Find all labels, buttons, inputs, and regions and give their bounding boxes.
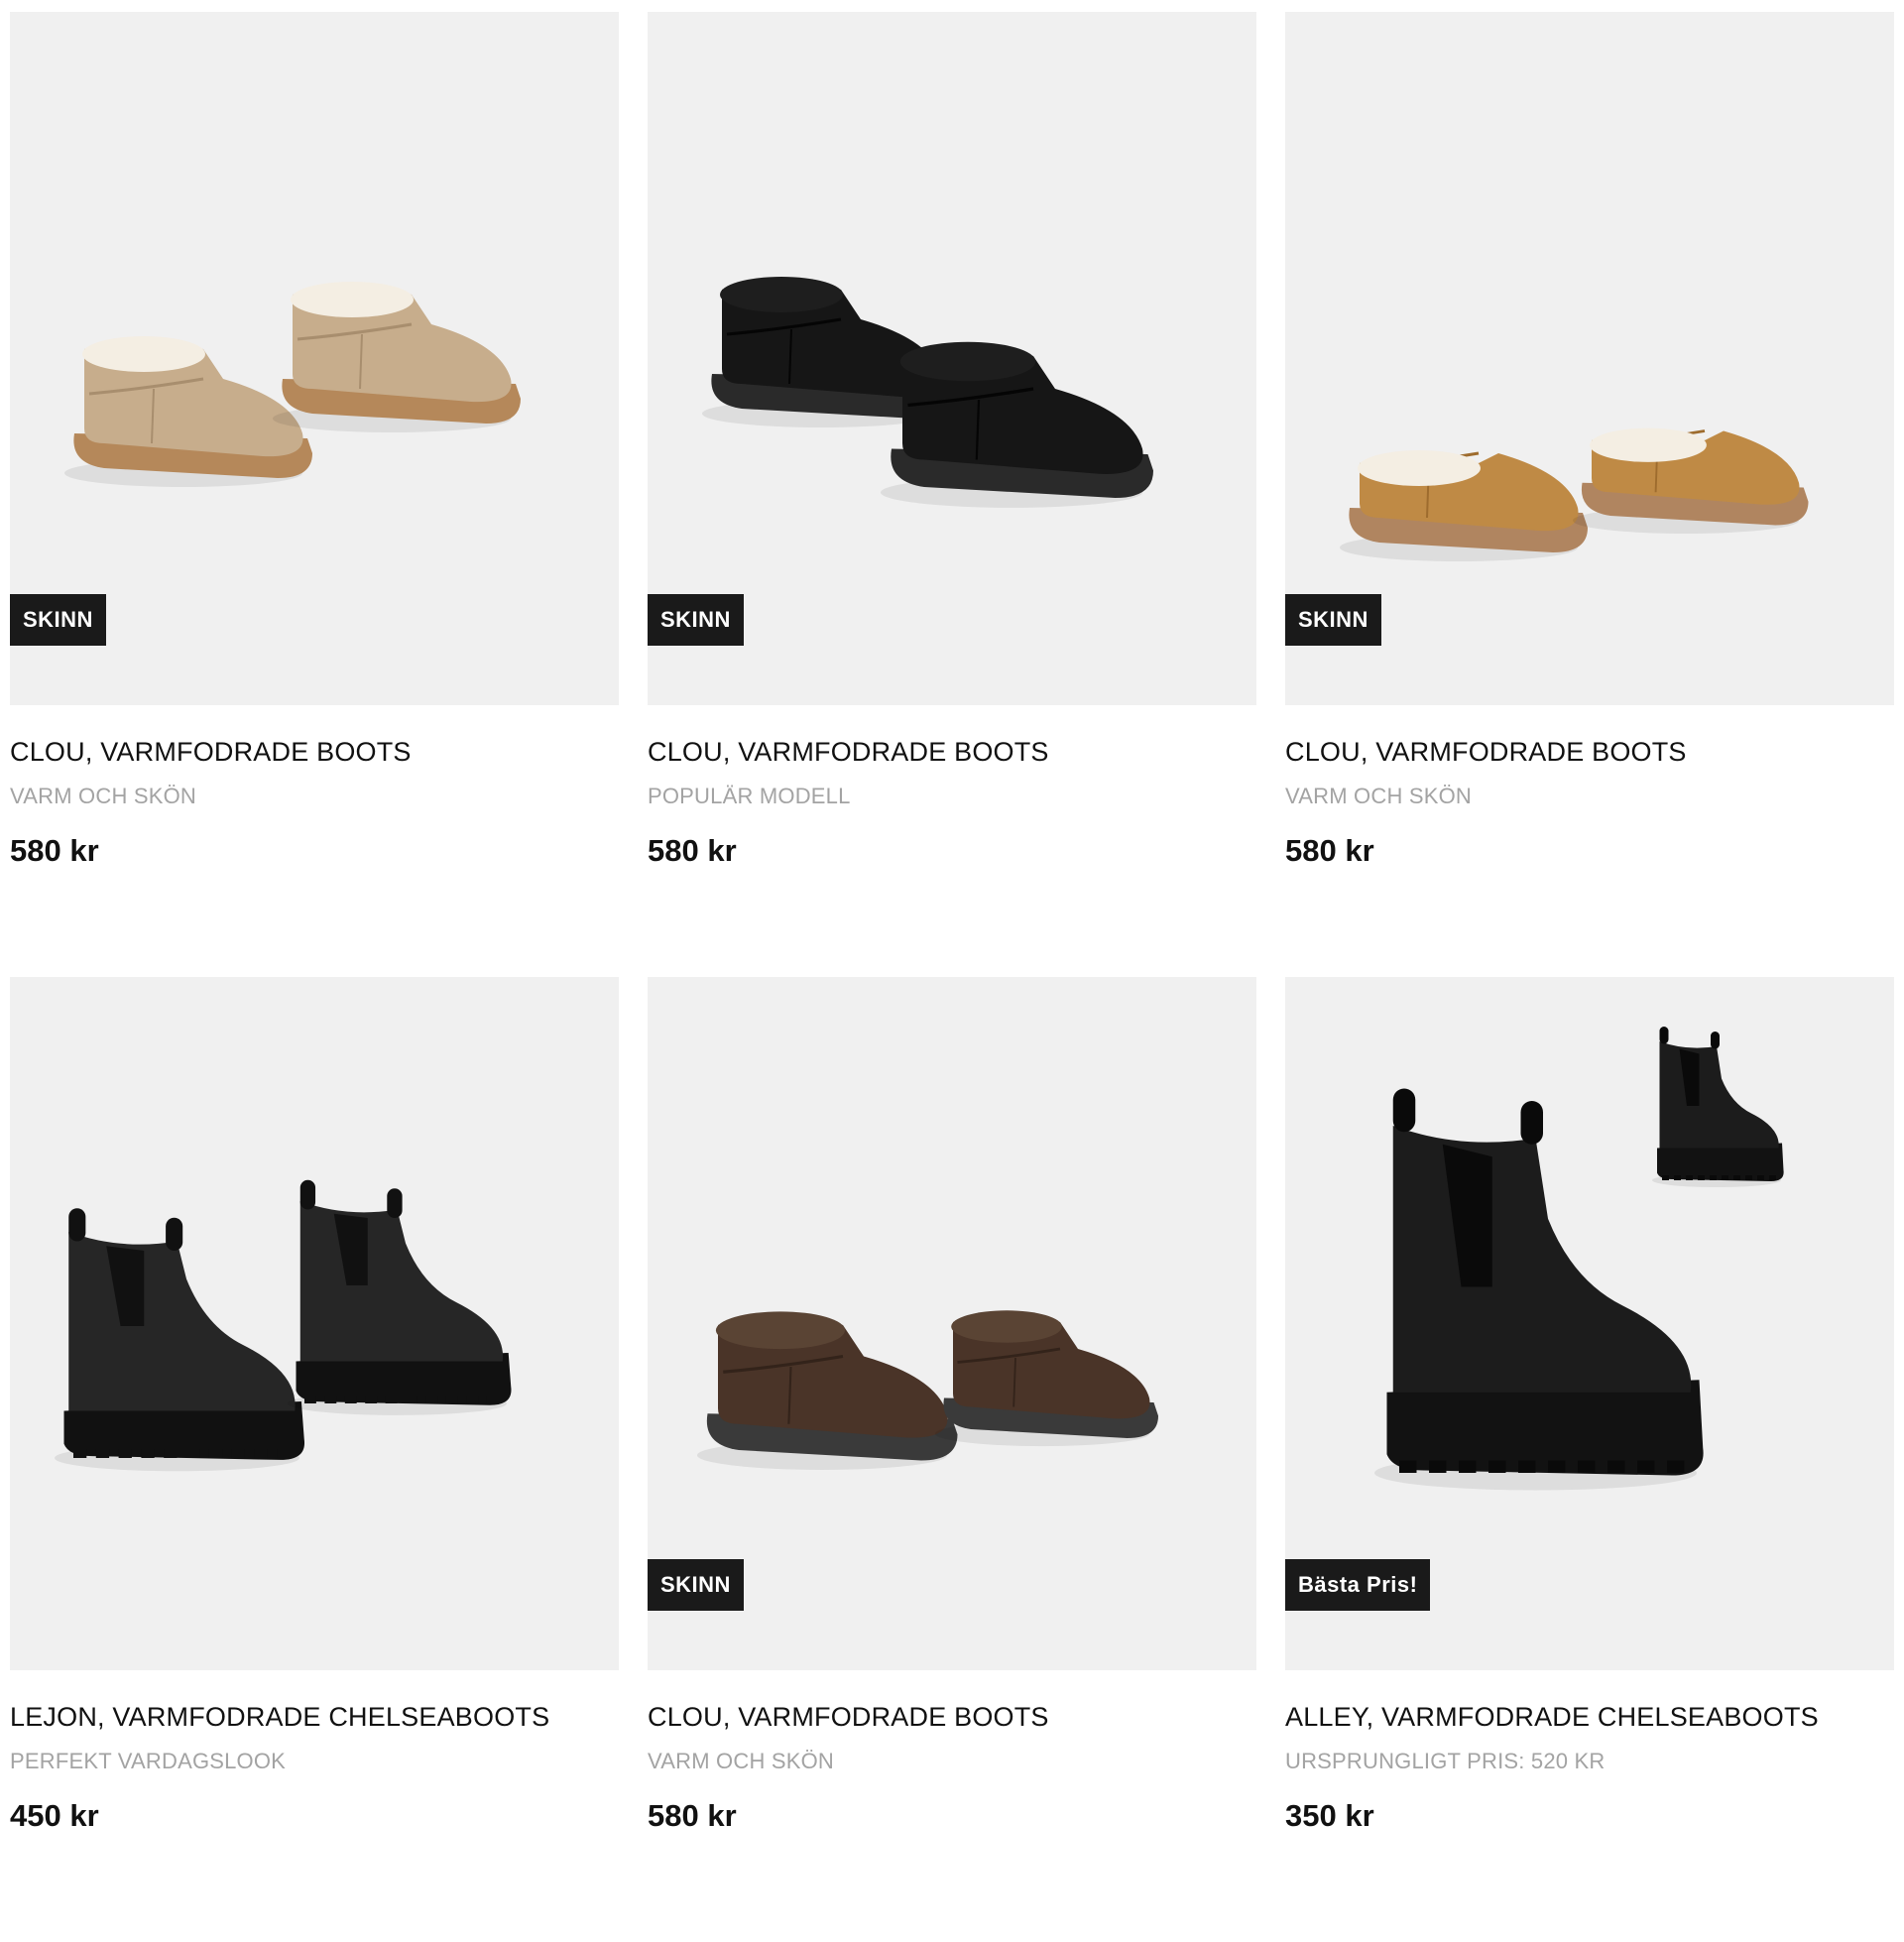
product-subtitle: VARM OCH SKÖN bbox=[10, 784, 196, 808]
product-card[interactable]: SKINN CLOU, VARMFODRADE BOOTS POPULÄR MO… bbox=[648, 12, 1256, 977]
product-image[interactable]: Bästa Pris! bbox=[1285, 977, 1894, 1670]
material-badge: SKINN bbox=[648, 1559, 744, 1611]
product-title[interactable]: CLOU, VARMFODRADE BOOTS bbox=[648, 1700, 1256, 1734]
boot-shape bbox=[697, 1311, 958, 1470]
boot-shape bbox=[881, 341, 1153, 508]
product-card[interactable]: SKINN CLOU, VARMFODRADE BOOTS VARM OCH S… bbox=[1285, 12, 1894, 977]
boot-shape bbox=[273, 282, 521, 432]
product-price: 580 kr bbox=[1285, 833, 1374, 868]
product-image[interactable]: SKINN bbox=[648, 12, 1256, 705]
product-subtitle: POPULÄR MODELL bbox=[648, 784, 851, 808]
material-badge: SKINN bbox=[648, 594, 744, 646]
boot-shape bbox=[55, 1208, 305, 1472]
product-price: 450 kr bbox=[10, 1798, 99, 1833]
deal-badge: Bästa Pris! bbox=[1285, 1559, 1431, 1611]
material-badge: SKINN bbox=[10, 594, 106, 646]
boot-shape bbox=[935, 1310, 1158, 1447]
product-title[interactable]: CLOU, VARMFODRADE BOOTS bbox=[10, 735, 619, 769]
boot-shape bbox=[1340, 450, 1588, 561]
product-image[interactable]: SKINN bbox=[1285, 12, 1894, 705]
product-card[interactable]: Bästa Pris! ALLEY, VARMFODRADE CHELSEABO… bbox=[1285, 977, 1894, 1942]
product-title[interactable]: CLOU, VARMFODRADE BOOTS bbox=[1285, 735, 1894, 769]
boot-shape bbox=[1573, 427, 1809, 535]
boot-shape bbox=[1652, 1027, 1784, 1187]
product-price: 580 kr bbox=[648, 1798, 737, 1833]
product-image[interactable]: SKINN bbox=[10, 12, 619, 705]
product-card[interactable]: SKINN CLOU, VARMFODRADE BOOTS VARM OCH S… bbox=[648, 977, 1256, 1942]
product-title[interactable]: LEJON, VARMFODRADE CHELSEABOOTS bbox=[10, 1700, 619, 1734]
product-image[interactable] bbox=[10, 977, 619, 1670]
product-card[interactable]: SKINN CLOU, VARMFODRADE BOOTS VARM OCH S… bbox=[10, 12, 619, 977]
product-image[interactable]: SKINN bbox=[648, 977, 1256, 1670]
boot-shape bbox=[288, 1179, 512, 1415]
material-badge: SKINN bbox=[1285, 594, 1381, 646]
product-title[interactable]: ALLEY, VARMFODRADE CHELSEABOOTS bbox=[1285, 1700, 1894, 1734]
product-title[interactable]: CLOU, VARMFODRADE BOOTS bbox=[648, 735, 1256, 769]
product-card[interactable]: LEJON, VARMFODRADE CHELSEABOOTS PERFEKT … bbox=[10, 977, 619, 1942]
boot-shape bbox=[1374, 1088, 1704, 1491]
product-price: 350 kr bbox=[1285, 1798, 1374, 1833]
product-subtitle: VARM OCH SKÖN bbox=[1285, 784, 1472, 808]
boot-shape bbox=[64, 336, 312, 487]
product-grid: SKINN CLOU, VARMFODRADE BOOTS VARM OCH S… bbox=[10, 12, 1894, 1942]
product-price: 580 kr bbox=[648, 833, 737, 868]
product-subtitle: PERFEKT VARDAGSLOOK bbox=[10, 1749, 287, 1773]
product-price: 580 kr bbox=[10, 833, 99, 868]
product-subtitle: VARM OCH SKÖN bbox=[648, 1749, 834, 1773]
product-photo-chelsea-boots bbox=[55, 1179, 512, 1472]
product-subtitle: URSPRUNGLIGT PRIS: 520 KR bbox=[1285, 1749, 1606, 1773]
